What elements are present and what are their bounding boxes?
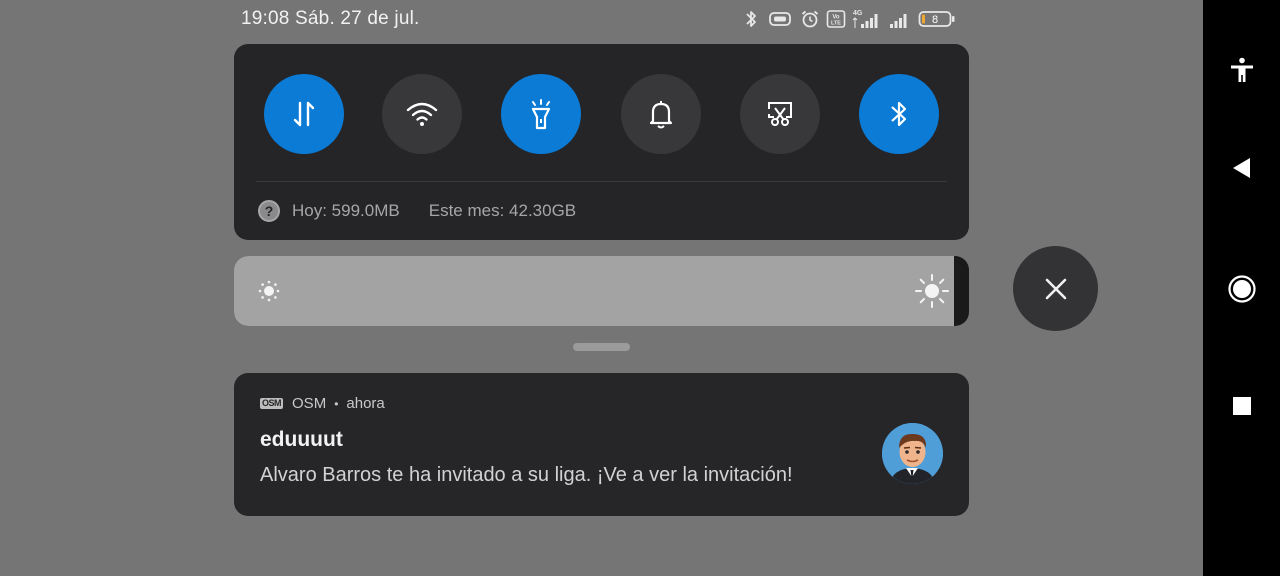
flashlight-toggle[interactable] [501, 74, 581, 154]
separator: • [334, 396, 339, 411]
recents-icon [1232, 397, 1251, 415]
accessibility-button[interactable] [1203, 56, 1280, 84]
signal-4g-icon: 4G [852, 10, 878, 28]
manager-avatar [882, 423, 943, 484]
brightness-fill [234, 256, 955, 326]
close-button[interactable] [1013, 246, 1098, 331]
navigation-bar [1203, 0, 1280, 576]
usage-month: Este mes: 42.30GB [428, 201, 577, 220]
battery-icon: 8 [918, 11, 955, 27]
help-icon: ? [258, 200, 280, 222]
svg-text:LTE: LTE [831, 21, 841, 27]
close-icon [1045, 278, 1066, 299]
bell-icon [649, 101, 673, 129]
accessibility-icon [1230, 57, 1253, 82]
status-icons: Vo LTE 4G 8 [742, 8, 956, 30]
bluetooth-icon [891, 101, 907, 127]
notification-app-name: OSM [292, 395, 327, 412]
clock: 19:08 [241, 8, 290, 29]
brightness-slider[interactable] [234, 256, 969, 326]
notification-time: ahora [346, 395, 385, 412]
bluetooth-toggle[interactable] [859, 74, 939, 154]
wifi-toggle[interactable] [382, 74, 462, 154]
bluetooth-status-icon [746, 11, 756, 27]
screenshot-toggle[interactable] [740, 74, 820, 154]
svg-text:4G: 4G [853, 10, 863, 17]
data-usage[interactable]: ? Hoy: 599.0MB Este mes: 42.30GB [258, 198, 576, 224]
status-time-date: 19:08 Sáb. 27 de jul. [241, 8, 420, 30]
vibrate-icon [769, 12, 791, 26]
back-button[interactable] [1203, 156, 1280, 180]
date: Sáb. 27 de jul. [295, 8, 420, 29]
notification-body: Alvaro Barros te ha invitado a su liga. … [260, 464, 793, 486]
back-icon [1232, 158, 1250, 178]
sound-toggle[interactable] [621, 74, 701, 154]
brightness-high-icon [915, 274, 949, 308]
signal-icon [890, 14, 907, 28]
home-button[interactable] [1203, 274, 1280, 304]
svg-text:8: 8 [932, 14, 938, 26]
osm-app-icon: OSM [260, 398, 284, 409]
mobile-data-toggle[interactable] [264, 74, 344, 154]
recents-button[interactable] [1203, 396, 1280, 416]
home-icon [1227, 275, 1256, 303]
volte-icon: Vo LTE [826, 10, 846, 28]
notification-card[interactable]: OSM OSM • ahora eduuuut Alvaro Barros te… [234, 373, 969, 516]
quick-settings-panel: ? Hoy: 599.0MB Este mes: 42.30GB [234, 44, 969, 240]
divider [256, 181, 947, 182]
data-arrows-icon [293, 101, 315, 127]
drag-handle[interactable] [573, 343, 630, 351]
usage-today: Hoy: 599.0MB [292, 201, 400, 220]
notification-title: eduuuut [260, 428, 343, 451]
brightness-low-icon [258, 280, 280, 302]
flashlight-icon [531, 99, 551, 130]
scissors-icon [768, 102, 792, 126]
alarm-icon [801, 10, 819, 28]
wifi-icon [406, 102, 438, 126]
notification-header: OSM OSM • ahora [260, 395, 385, 412]
